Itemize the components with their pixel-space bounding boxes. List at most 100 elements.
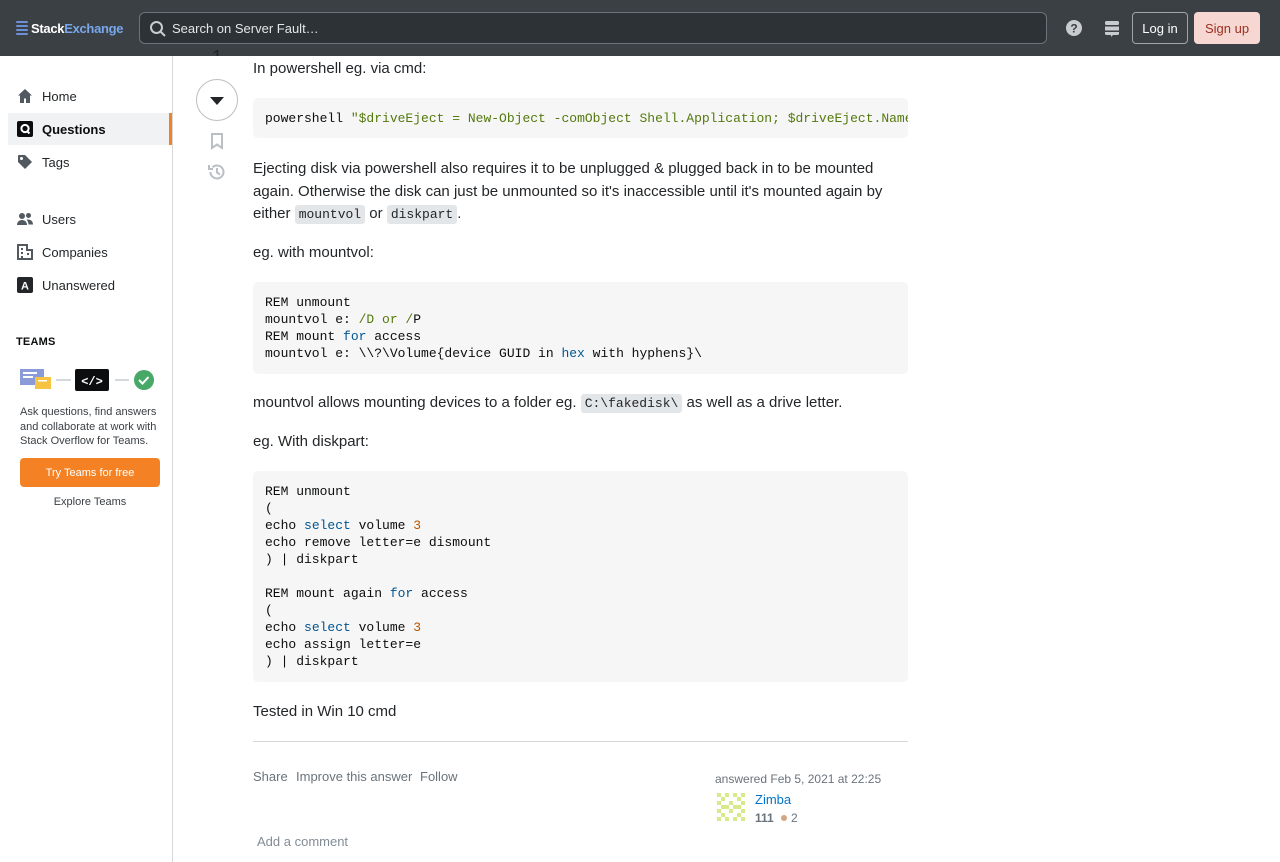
teams-description: Ask questions, find answers and collabor… xyxy=(20,406,157,447)
code-line: REM mount again xyxy=(265,586,390,601)
code-line: echo xyxy=(265,620,305,635)
code-line: REM mount xyxy=(265,329,344,344)
post-divider xyxy=(253,741,908,742)
paragraph-text: or xyxy=(365,205,387,222)
reputation-score: 111 xyxy=(755,811,774,825)
stack-exchange-logo[interactable]: StackExchange xyxy=(16,19,124,37)
code-block-mountvol[interactable]: REM unmount mountvol e: /D or /P REM mou… xyxy=(253,282,908,374)
code-token: /D or / xyxy=(358,312,414,327)
sidebar-item-users[interactable]: Users xyxy=(8,203,172,235)
sidebar-item-questions[interactable]: Questions xyxy=(8,113,172,145)
improve-answer-link[interactable]: Improve this answer xyxy=(296,769,412,784)
code-line: REM unmount xyxy=(265,484,351,499)
paragraph: eg. With diskpart: xyxy=(253,433,369,450)
sidebar-item-label: Companies xyxy=(42,244,108,260)
code-line: ) | diskpart xyxy=(265,552,359,567)
avatar[interactable] xyxy=(715,791,747,823)
code-line: echo xyxy=(265,518,305,533)
search-input[interactable] xyxy=(172,13,1032,43)
paragraph-text: as well as a drive letter. xyxy=(682,394,843,411)
home-icon xyxy=(16,87,34,105)
logo-text-exchange: Exchange xyxy=(64,20,124,36)
code-token: access xyxy=(413,586,468,601)
svg-text:</>: </> xyxy=(81,375,103,389)
help-icon[interactable]: ? xyxy=(1064,18,1084,38)
log-in-button[interactable]: Log in xyxy=(1132,12,1188,44)
questions-icon xyxy=(16,120,34,138)
stack-exchange-icon[interactable] xyxy=(1102,18,1122,38)
answered-label: answered xyxy=(715,772,771,786)
follow-link[interactable]: Follow xyxy=(420,769,458,784)
inline-code: C:\fakedisk\ xyxy=(580,394,683,413)
code-keyword: select xyxy=(304,518,351,533)
code-line: mountvol e: \\?\Volume{device GUID in xyxy=(265,346,562,361)
paragraph-text: mountvol allows mounting devices to a fo… xyxy=(253,394,581,411)
left-sidebar: Home Questions Tags Users Companies A Un… xyxy=(0,56,173,862)
inline-code: mountvol xyxy=(294,205,366,224)
code-line: ( xyxy=(265,501,273,516)
code-keyword: for xyxy=(389,586,414,601)
explore-teams-link[interactable]: Explore Teams xyxy=(20,496,160,508)
sign-up-button[interactable]: Sign up xyxy=(1194,12,1260,44)
paragraph: Tested in Win 10 cmd xyxy=(253,703,397,720)
code-token: volume xyxy=(350,620,414,635)
paragraph: eg. with mountvol: xyxy=(253,244,374,261)
code-keyword: for xyxy=(343,329,367,344)
paragraph: Ejecting disk via powershell also requir… xyxy=(253,158,908,227)
try-teams-button[interactable]: Try Teams for free xyxy=(20,458,160,487)
unanswered-icon: A xyxy=(16,276,34,294)
code-token: volume xyxy=(350,518,414,533)
share-link[interactable]: Share xyxy=(253,769,288,784)
bronze-badge-icon xyxy=(781,815,787,821)
teams-heading: TEAMS xyxy=(16,336,56,348)
bronze-badge-count: 2 xyxy=(781,811,798,825)
vote-count: 1 xyxy=(197,46,237,56)
code-line: ) | diskpart xyxy=(265,654,359,669)
sidebar-item-label: Home xyxy=(42,88,77,104)
bookmark-icon[interactable] xyxy=(208,132,226,150)
code-line: echo assign letter=e xyxy=(265,637,422,652)
top-bar: StackExchange ? Log in Sign up xyxy=(0,0,1280,56)
code-block-diskpart[interactable]: REM unmount ( echo select volume 3 echo … xyxy=(253,471,908,682)
code-number: 3 xyxy=(413,620,422,635)
tag-icon xyxy=(16,153,34,171)
downvote-button[interactable] xyxy=(196,79,238,121)
paragraph: In powershell eg. via cmd: xyxy=(253,60,427,77)
history-icon[interactable] xyxy=(207,162,227,182)
sidebar-item-home[interactable]: Home xyxy=(8,80,172,112)
code-keyword: select xyxy=(304,620,351,635)
code-line: REM unmount xyxy=(265,295,351,310)
sidebar-item-label: Questions xyxy=(42,121,106,137)
sidebar-item-tags[interactable]: Tags xyxy=(8,146,172,178)
answered-time[interactable]: Feb 5, 2021 at 22:25 xyxy=(770,772,881,786)
code-keyword: hex xyxy=(561,346,585,361)
code-line: echo remove letter=e dismount xyxy=(265,535,492,550)
sidebar-item-label: Users xyxy=(42,211,76,227)
teams-illustration: </> xyxy=(19,367,159,393)
code-number: 3 xyxy=(413,518,422,533)
answered-timestamp: answered Feb 5, 2021 at 22:25 xyxy=(715,772,881,786)
logo-text-stack: Stack xyxy=(31,20,65,36)
code-token: powershell xyxy=(265,111,351,126)
code-token: with hyphens}\ xyxy=(584,346,702,361)
user-name-link[interactable]: Zimba xyxy=(755,792,791,807)
sidebar-item-companies[interactable]: Companies xyxy=(8,236,172,268)
code-string: "$driveEject = New-Object -comObject She… xyxy=(350,111,908,126)
sidebar-item-unanswered[interactable]: A Unanswered xyxy=(8,269,172,301)
search-box[interactable] xyxy=(139,12,1047,44)
svg-text:A: A xyxy=(21,281,29,293)
svg-text:?: ? xyxy=(1070,22,1077,36)
inline-code: diskpart xyxy=(386,205,458,224)
code-line: mountvol e: xyxy=(265,312,359,327)
add-comment-link[interactable]: Add a comment xyxy=(257,834,348,849)
paragraph-text: . xyxy=(457,205,462,222)
sidebar-item-label: Tags xyxy=(42,154,70,170)
users-icon xyxy=(16,210,34,228)
sidebar-item-label: Unanswered xyxy=(42,277,115,293)
code-line: ( xyxy=(265,603,273,618)
code-block-powershell[interactable]: powershell "$driveEject = New-Object -co… xyxy=(253,98,908,138)
paragraph: mountvol allows mounting devices to a fo… xyxy=(253,392,908,416)
stack-exchange-logo-icon xyxy=(16,21,28,35)
search-icon xyxy=(149,20,167,43)
code-token: P xyxy=(413,312,422,327)
